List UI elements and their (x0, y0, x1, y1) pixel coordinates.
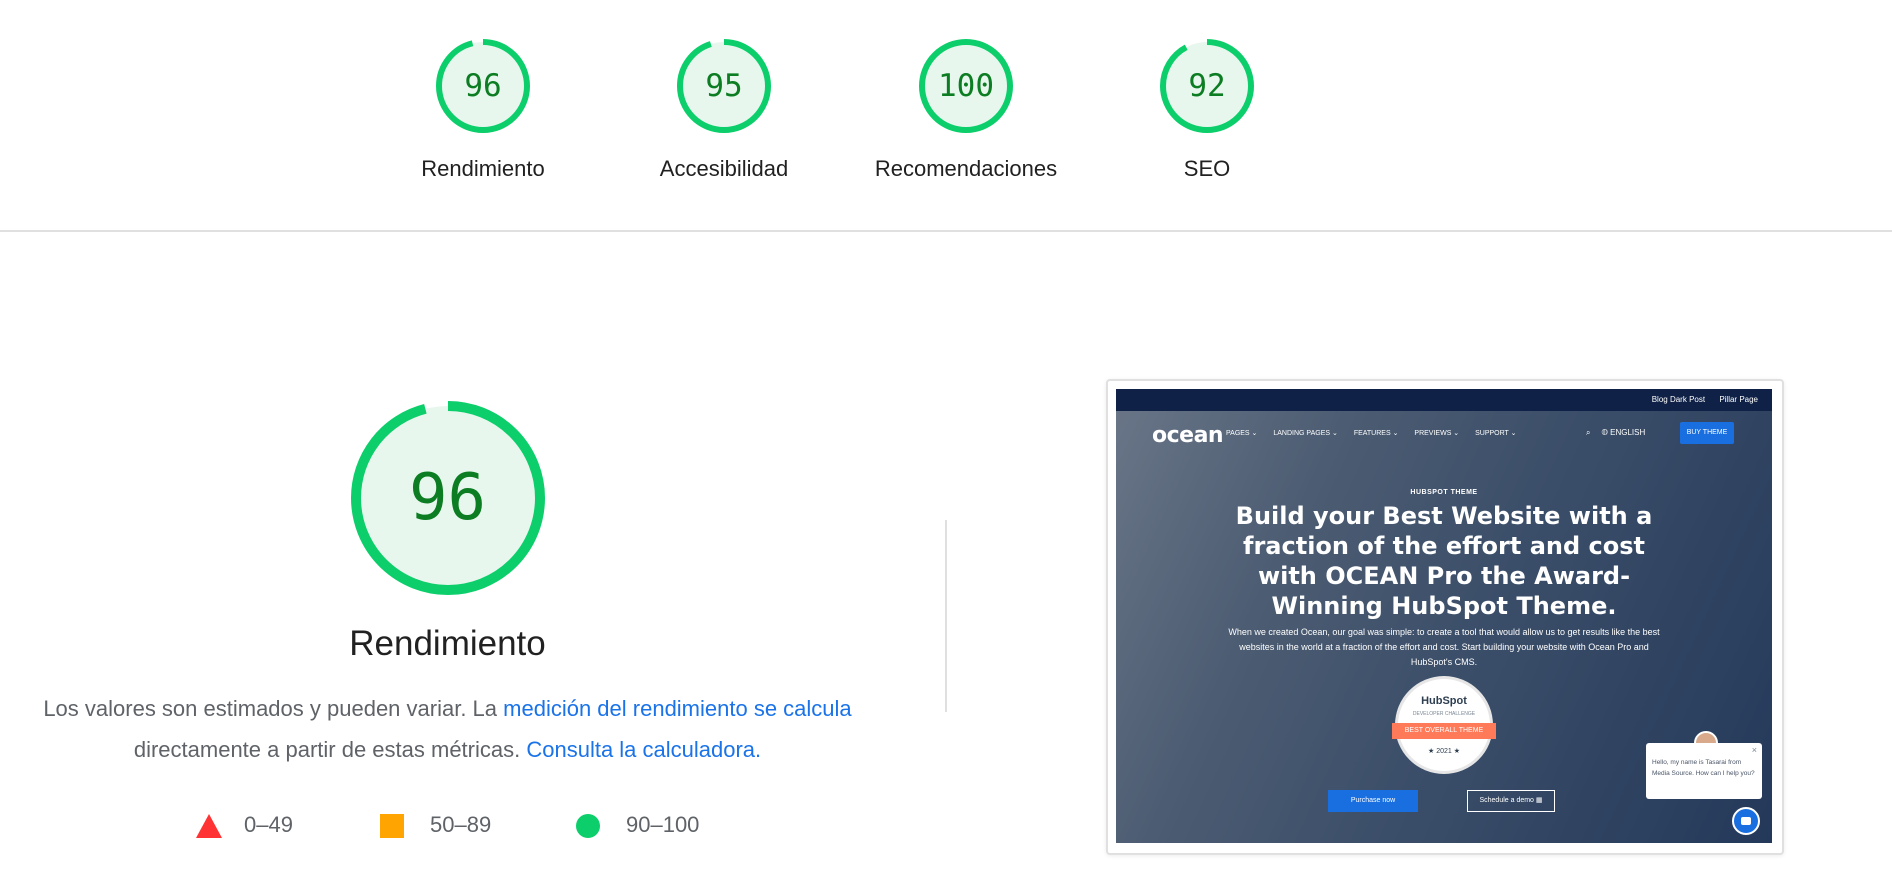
gauge-score: 92 (1188, 68, 1226, 104)
gauge-best-practices[interactable]: 100 Recomendaciones (866, 38, 1066, 182)
triangle-icon (196, 814, 222, 839)
award-badge: HubSpot DEVELOPER CHALLENGE BEST OVERALL… (1392, 679, 1496, 771)
search-icon: ⌕ (1586, 428, 1591, 437)
performance-summary: 96 Rendimiento Los valores son estimados… (40, 398, 855, 770)
gauge-score: 96 (464, 68, 502, 104)
gauge-label: Rendimiento (421, 156, 545, 181)
schedule-label: Schedule a demo (1479, 797, 1534, 804)
badge-year: ★ 2021 ★ (1427, 748, 1460, 755)
site-logo: ocean (1152, 423, 1224, 448)
site-topbar: Blog Dark Post Pillar Page (1116, 389, 1772, 411)
site-purchase-button: Purchase now (1328, 790, 1418, 812)
chat-message: Hello, my name is Tasarai from Media Sou… (1652, 759, 1755, 777)
menu-item: FEATURES ⌄ (1353, 430, 1399, 437)
site-buy-button: BUY THEME (1680, 422, 1734, 444)
site-nav: ocean PAGES ⌄ LANDING PAGES ⌄ FEATURES ⌄… (1116, 411, 1772, 457)
menu-item: SUPPORT ⌄ (1475, 430, 1517, 437)
legend-range: 0–49 (244, 812, 293, 837)
calendar-icon: ▦ (1535, 797, 1543, 804)
description-text: directamente a partir de estas métricas. (133, 737, 527, 762)
legend-item-average: 50–89 (380, 810, 491, 840)
performance-description: Los valores son estimados y pueden varia… (40, 688, 855, 770)
performance-score: 96 (408, 461, 487, 535)
legend-range: 50–89 (430, 812, 492, 837)
language-label: ENGLISH (1610, 428, 1646, 437)
gauge-label: SEO (1183, 156, 1231, 181)
category-gauges: 96 Rendimiento 95 Accesibilidad 100 Reco… (0, 0, 1892, 232)
screenshot-image: Blog Dark Post Pillar Page ocean PAGES ⌄… (1116, 389, 1772, 843)
performance-title: Rendimiento (349, 624, 546, 663)
site-subtext: When we created Ocean, our goal was simp… (1228, 627, 1660, 667)
gauge-label: Recomendaciones (874, 156, 1058, 181)
gauge-score: 95 (705, 68, 743, 104)
gauge-seo[interactable]: 92 SEO (1107, 38, 1307, 182)
topbar-link: Blog Dark Post (1651, 395, 1706, 404)
legend-range: 90–100 (626, 812, 700, 837)
vertical-divider (945, 520, 947, 712)
circle-icon (576, 814, 600, 839)
gauge-accessibility[interactable]: 95 Accesibilidad (624, 38, 824, 182)
performance-gauge: 96 (348, 398, 548, 598)
description-text: Los valores son estimados y pueden varia… (43, 696, 504, 721)
menu-item: LANDING PAGES ⌄ (1273, 430, 1338, 437)
gauge-performance[interactable]: 96 Rendimiento (383, 38, 583, 182)
site-headline: Build your Best Website with a fraction … (1235, 502, 1653, 620)
topbar-link: Pillar Page (1719, 395, 1758, 404)
site-language: ⌕ ◍ ENGLISH (1586, 428, 1645, 438)
final-screenshot[interactable]: Blog Dark Post Pillar Page ocean PAGES ⌄… (1106, 379, 1784, 855)
gauge-label: Accesibilidad (659, 156, 789, 181)
site-schedule-button: Schedule a demo ▦ (1467, 790, 1555, 812)
calculator-link[interactable]: Consulta la calculadora. (526, 737, 761, 762)
gauge-ring: 96 (435, 38, 531, 134)
badge-ribbon: BEST OVERALL THEME (1392, 723, 1496, 739)
score-calculation-link[interactable]: medición del rendimiento se calcula (503, 696, 852, 721)
gauge-score: 100 (938, 68, 994, 104)
globe-icon: ◍ (1601, 428, 1608, 437)
square-icon (380, 814, 404, 839)
gauge-ring: 92 (1159, 38, 1255, 134)
menu-item: PAGES ⌄ (1226, 430, 1258, 437)
legend-item-pass: 90–100 (576, 810, 699, 840)
site-menu: PAGES ⌄ LANDING PAGES ⌄ FEATURES ⌄ PREVI… (1226, 429, 1531, 437)
chat-bubble-icon (1732, 807, 1760, 835)
badge-brand: HubSpot (1421, 695, 1467, 707)
legend-item-fail: 0–49 (196, 810, 293, 840)
gauge-ring: 100 (918, 38, 1014, 134)
menu-item: PREVIEWS ⌄ (1414, 430, 1460, 437)
gauge-ring: 95 (676, 38, 772, 134)
site-eyebrow: HUBSPOT THEME (1410, 489, 1478, 496)
badge-challenge: DEVELOPER CHALLENGE (1412, 711, 1476, 717)
close-icon: × (1751, 745, 1757, 755)
chat-popup: × Hello, my name is Tasarai from Media S… (1646, 743, 1762, 799)
